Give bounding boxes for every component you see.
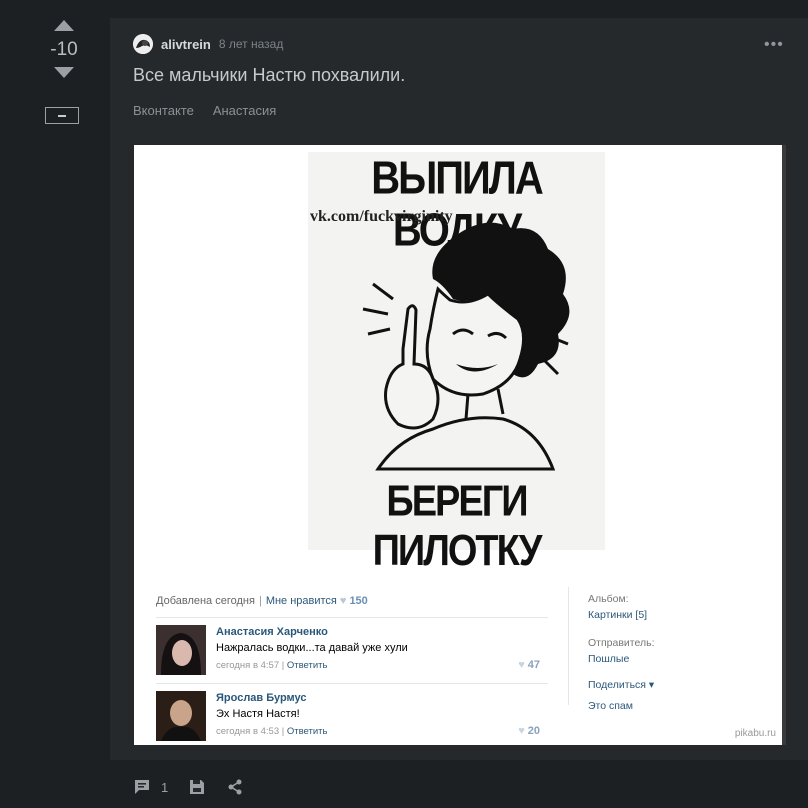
story-footer: 1 (133, 778, 243, 796)
vk-share: Поделиться ▾ (588, 679, 655, 691)
vk-added-label: Добавлена сегодня (156, 595, 255, 607)
story-title[interactable]: Все мальчики Настю похвалили. (133, 65, 405, 86)
vk-separator (156, 683, 548, 684)
vk-comment-name: Ярослав Бурмус (216, 692, 307, 704)
arrow-up-icon[interactable] (54, 20, 74, 31)
comment-icon (135, 780, 149, 794)
vk-sender: Отправитель: Пошлые (588, 637, 655, 665)
vk-like-count: 150 (349, 595, 368, 607)
tag-vkontakte[interactable]: Вконтакте (133, 103, 194, 118)
vk-comment-meta: сегодня в 4:57 | Ответить (216, 660, 328, 671)
rating-value: -10 (50, 39, 78, 60)
vk-spam: Это спам (588, 700, 633, 712)
author-name[interactable]: alivtrein (161, 37, 211, 52)
heart-icon: ♥ (339, 595, 347, 607)
story-header: alivtrein 8 лет назад (133, 34, 283, 54)
footer-divider (110, 760, 808, 761)
more-icon[interactable]: ••• (764, 36, 784, 54)
vk-comment-text: Нажралась водки...та давай уже хули (216, 642, 408, 654)
pikabu-watermark: pikabu.ru (734, 728, 776, 739)
vk-comment: Ярослав Бурмус Эх Настя Настя! сегодня в… (156, 691, 548, 741)
tag-anastasia[interactable]: Анастасия (213, 103, 276, 118)
woman-illustration (362, 222, 570, 471)
vk-added-line: Добавлена сегодня | Мне нравится ♥ 150 (156, 595, 368, 607)
post-time: 8 лет назад (218, 37, 284, 51)
save-button[interactable] (189, 779, 205, 795)
top-bar (0, 0, 808, 18)
vk-comment-meta: сегодня в 4:53 | Ответить (216, 726, 328, 737)
vk-comment-text: Эх Настя Настя! (216, 708, 300, 720)
vk-separator (156, 617, 548, 618)
poster: ВЫПИЛА ВОДКУ vk.com/fuckvirginity БЕРЕГИ… (308, 152, 605, 575)
rating-block: -10 (38, 20, 90, 78)
vk-like-label: Мне нравится (265, 595, 337, 607)
collapse-icon[interactable] (45, 107, 79, 124)
vk-comment-likes: ♥ 20 (518, 725, 540, 737)
vk-comment-likes: ♥ 47 (518, 659, 540, 671)
comments-count: 1 (161, 779, 169, 795)
vk-comment-name: Анастасия Харченко (216, 626, 328, 638)
side-strip (782, 145, 786, 745)
share-button[interactable] (227, 779, 243, 795)
save-icon (190, 780, 205, 794)
vk-comment-avatar (156, 625, 206, 675)
vk-comment: Анастасия Харченко Нажралась водки...та … (156, 625, 548, 675)
vk-column-divider (568, 587, 569, 705)
avatar[interactable] (133, 34, 153, 54)
arrow-down-icon[interactable] (54, 67, 74, 78)
share-icon (228, 779, 242, 795)
poster-bottom-text: БЕРЕГИ ПИЛОТКУ (372, 477, 543, 576)
story-image[interactable]: ВЫПИЛА ВОДКУ vk.com/fuckvirginity БЕРЕГИ… (134, 145, 782, 745)
vk-album: Альбом: Картинки [5] (588, 593, 648, 621)
vk-comment-avatar (156, 691, 206, 741)
vk-screenshot: Добавлена сегодня | Мне нравится ♥ 150 Анаст… (134, 575, 782, 745)
tags: Вконтакте Анастасия (133, 103, 276, 118)
comments-button[interactable]: 1 (133, 778, 168, 796)
